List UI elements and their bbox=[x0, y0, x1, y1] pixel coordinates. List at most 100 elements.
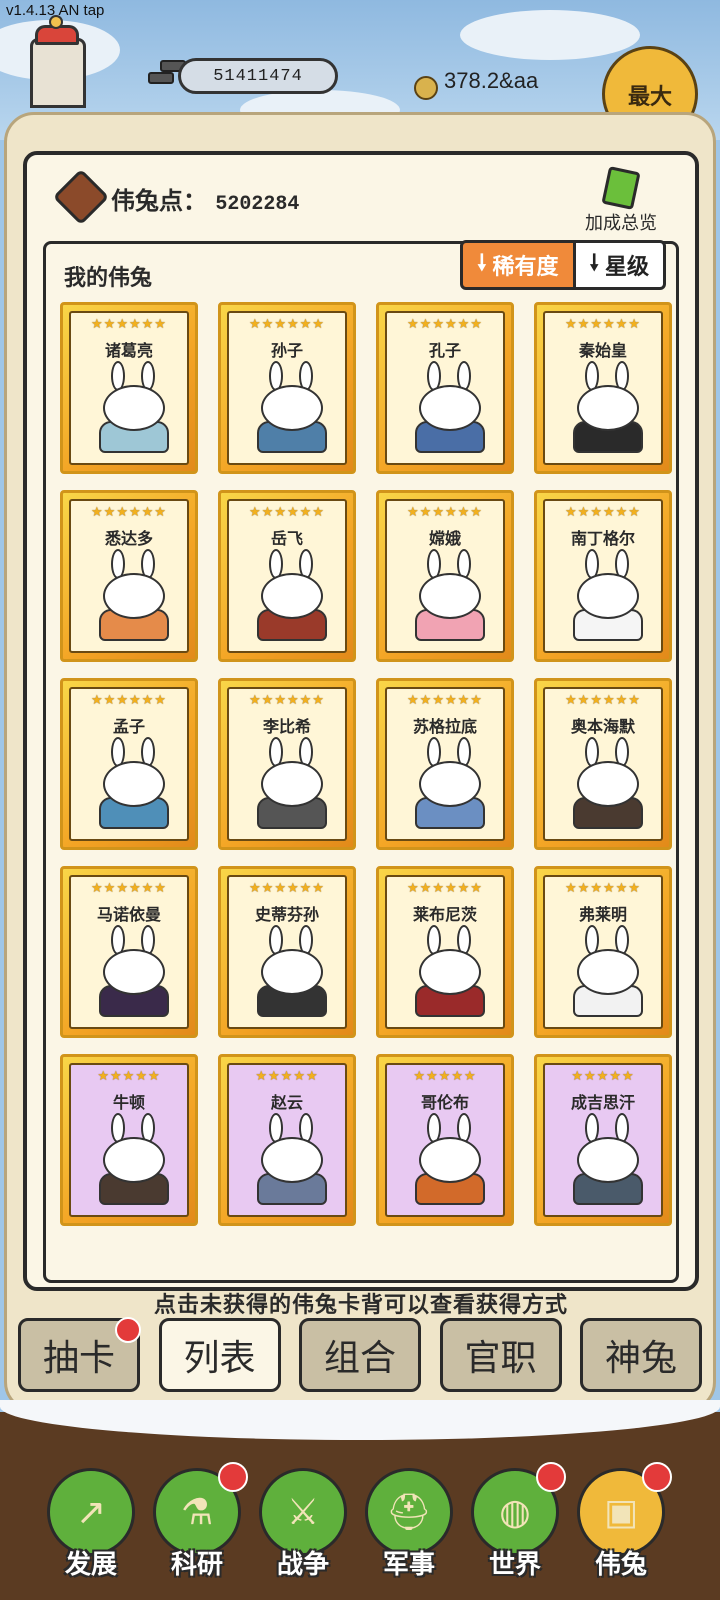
card-name: 马诺依曼 bbox=[96, 905, 161, 924]
star-rating: ★★★★★★ bbox=[91, 881, 167, 896]
nav-item[interactable]: ⚗ 科研 bbox=[152, 1462, 248, 1588]
bunny-card[interactable]: ★★★★★ 成吉思汗 bbox=[534, 1054, 672, 1226]
helmet-icon: ⛑ bbox=[365, 1468, 453, 1556]
sort-stars-button[interactable]: 🠗 星级 bbox=[575, 240, 666, 290]
notification-dot bbox=[536, 1462, 566, 1492]
bunny-card[interactable]: ★★★★★★ 史蒂芬孙 bbox=[218, 866, 356, 1038]
star-rating: ★★★★★★ bbox=[565, 505, 641, 520]
bunny-portrait-icon bbox=[413, 361, 487, 453]
bottom-tabs: 抽卡 列表 组合 官职 神兔 bbox=[18, 1317, 702, 1392]
card-name: 牛顿 bbox=[112, 1093, 145, 1112]
bunny-card[interactable]: ★★★★★ 赵云 bbox=[218, 1054, 356, 1226]
tab-label: 神兔 bbox=[604, 1338, 677, 1379]
card-face: ★★★★★★ 奥本海默 bbox=[543, 687, 663, 841]
bunny-points-icon bbox=[52, 168, 110, 226]
bunny-points-label: 伟兔点： bbox=[111, 187, 207, 215]
star-rating: ★★★★★★ bbox=[91, 505, 167, 520]
nav-item[interactable]: ▣ 伟兔 bbox=[576, 1462, 672, 1588]
star-rating: ★★★★★★ bbox=[249, 505, 325, 520]
card-face: ★★★★★★ 苏格拉底 bbox=[385, 687, 505, 841]
nav-label: 世界 bbox=[488, 1550, 541, 1580]
notification-dot bbox=[218, 1462, 248, 1492]
card-face: ★★★★★★ 诸葛亮 bbox=[69, 311, 189, 465]
bunny-portrait-icon bbox=[571, 361, 645, 453]
bunny-card[interactable]: ★★★★★★ 马诺依曼 bbox=[60, 866, 198, 1038]
bunny-portrait-icon bbox=[97, 361, 171, 453]
bunny-portrait-icon bbox=[255, 361, 329, 453]
bunny-portrait-icon bbox=[97, 925, 171, 1017]
bunny-card[interactable]: ★★★★★★ 苏格拉底 bbox=[376, 678, 514, 850]
card-name: 南丁格尔 bbox=[570, 529, 635, 548]
bunny-card[interactable]: ★★★★★★ 秦始皇 bbox=[534, 302, 672, 474]
bunny-points-value: 5202284 bbox=[215, 193, 300, 216]
bunny-card[interactable]: ★★★★★★ 弗莱明 bbox=[534, 866, 672, 1038]
bunny-card[interactable]: ★★★★★★ 岳飞 bbox=[218, 490, 356, 662]
notification-dot bbox=[115, 1317, 141, 1343]
bunny-card[interactable]: ★★★★★★ 孙子 bbox=[218, 302, 356, 474]
card-name: 莱布尼茨 bbox=[412, 905, 477, 924]
list-title: 我的伟兔 bbox=[64, 266, 153, 291]
nav-label: 军事 bbox=[382, 1550, 435, 1580]
nav-label: 科研 bbox=[170, 1550, 223, 1580]
bunny-card[interactable]: ★★★★★ 哥伦布 bbox=[376, 1054, 514, 1226]
star-rating: ★★★★★★ bbox=[565, 317, 641, 332]
card-name: 史蒂芬孙 bbox=[254, 905, 319, 924]
star-rating: ★★★★★★ bbox=[91, 317, 167, 332]
swords-icon: ⚔ bbox=[259, 1468, 347, 1556]
tab-1[interactable]: 列表 bbox=[158, 1318, 281, 1392]
arrow-down-icon: 🠗 bbox=[589, 251, 599, 276]
cloud bbox=[460, 10, 640, 60]
tab-4[interactable]: 神兔 bbox=[580, 1318, 702, 1392]
bunny-card[interactable]: ★★★★★★ 嫦娥 bbox=[376, 490, 514, 662]
card-face: ★★★★★★ 岳飞 bbox=[227, 499, 347, 653]
money-counter: 51411474 bbox=[178, 58, 338, 94]
tab-2[interactable]: 组合 bbox=[299, 1318, 421, 1392]
bonus-overview-label: 加成总览 bbox=[585, 213, 657, 234]
bunny-card[interactable]: ★★★★★★ 诸葛亮 bbox=[60, 302, 198, 474]
card-face: ★★★★★★ 悉达多 bbox=[69, 499, 189, 653]
tab-3[interactable]: 官职 bbox=[439, 1318, 562, 1392]
card-face: ★★★★★★ 史蒂芬孙 bbox=[227, 875, 347, 1029]
coin-counter: 378.2&aa bbox=[444, 68, 539, 93]
bunny-portrait-icon bbox=[571, 549, 645, 641]
bunny-card[interactable]: ★★★★★★ 奥本海默 bbox=[534, 678, 672, 850]
card-face: ★★★★★★ 莱布尼茨 bbox=[385, 875, 505, 1029]
bunny-card[interactable]: ★★★★★★ 孟子 bbox=[60, 678, 198, 850]
sort-stars-label: 星级 bbox=[604, 255, 649, 280]
card-name: 弗莱明 bbox=[578, 905, 627, 924]
card-name: 哥伦布 bbox=[420, 1093, 469, 1112]
star-rating: ★★★★★★ bbox=[249, 317, 325, 332]
bunny-points: 伟兔点： 5202284 bbox=[111, 181, 299, 216]
bunny-portrait-icon bbox=[255, 925, 329, 1017]
card-name: 李比希 bbox=[262, 717, 311, 736]
nav-item[interactable]: ↗ 发展 bbox=[46, 1468, 136, 1588]
arrow-down-icon: 🠗 bbox=[477, 251, 487, 276]
nav-label: 战争 bbox=[276, 1550, 329, 1580]
card-face: ★★★★★★ 嫦娥 bbox=[385, 499, 505, 653]
bunny-list: 我的伟兔 🠗 稀有度 🠗 星级 ★★★★★★ 诸葛亮 ★★★★★★ 孙子 ★★★… bbox=[43, 240, 679, 1283]
card-face: ★★★★★ 哥伦布 bbox=[385, 1063, 505, 1217]
nav-item[interactable]: ⛑ 军事 bbox=[364, 1468, 454, 1588]
tab-0[interactable]: 抽卡 bbox=[18, 1317, 141, 1392]
tab-label: 官职 bbox=[464, 1338, 537, 1379]
bunny-card[interactable]: ★★★★★ 牛顿 bbox=[60, 1054, 198, 1226]
nav-item[interactable]: ⚔ 战争 bbox=[258, 1468, 348, 1588]
star-rating: ★★★★★★ bbox=[249, 693, 325, 708]
nav-item[interactable]: ◍ 世界 bbox=[470, 1462, 566, 1588]
star-rating: ★★★★★★ bbox=[565, 693, 641, 708]
bunny-card[interactable]: ★★★★★★ 李比希 bbox=[218, 678, 356, 850]
coin-icon bbox=[414, 76, 438, 100]
bunny-card[interactable]: ★★★★★★ 南丁格尔 bbox=[534, 490, 672, 662]
bonus-overview-button[interactable]: 加成总览 bbox=[571, 166, 671, 239]
sort-controls: 🠗 稀有度 🠗 星级 bbox=[460, 240, 666, 290]
card-name: 奥本海默 bbox=[570, 717, 635, 736]
sort-rarity-button[interactable]: 🠗 稀有度 bbox=[460, 240, 576, 290]
bunny-card[interactable]: ★★★★★★ 莱布尼茨 bbox=[376, 866, 514, 1038]
bunny-card[interactable]: ★★★★★★ 孔子 bbox=[376, 302, 514, 474]
card-name: 赵云 bbox=[270, 1093, 303, 1112]
star-rating: ★★★★★★ bbox=[565, 881, 641, 896]
bunny-portrait-icon bbox=[413, 737, 487, 829]
card-face: ★★★★★★ 秦始皇 bbox=[543, 311, 663, 465]
bunny-card[interactable]: ★★★★★★ 悉达多 bbox=[60, 490, 198, 662]
tab-label: 组合 bbox=[323, 1338, 396, 1379]
